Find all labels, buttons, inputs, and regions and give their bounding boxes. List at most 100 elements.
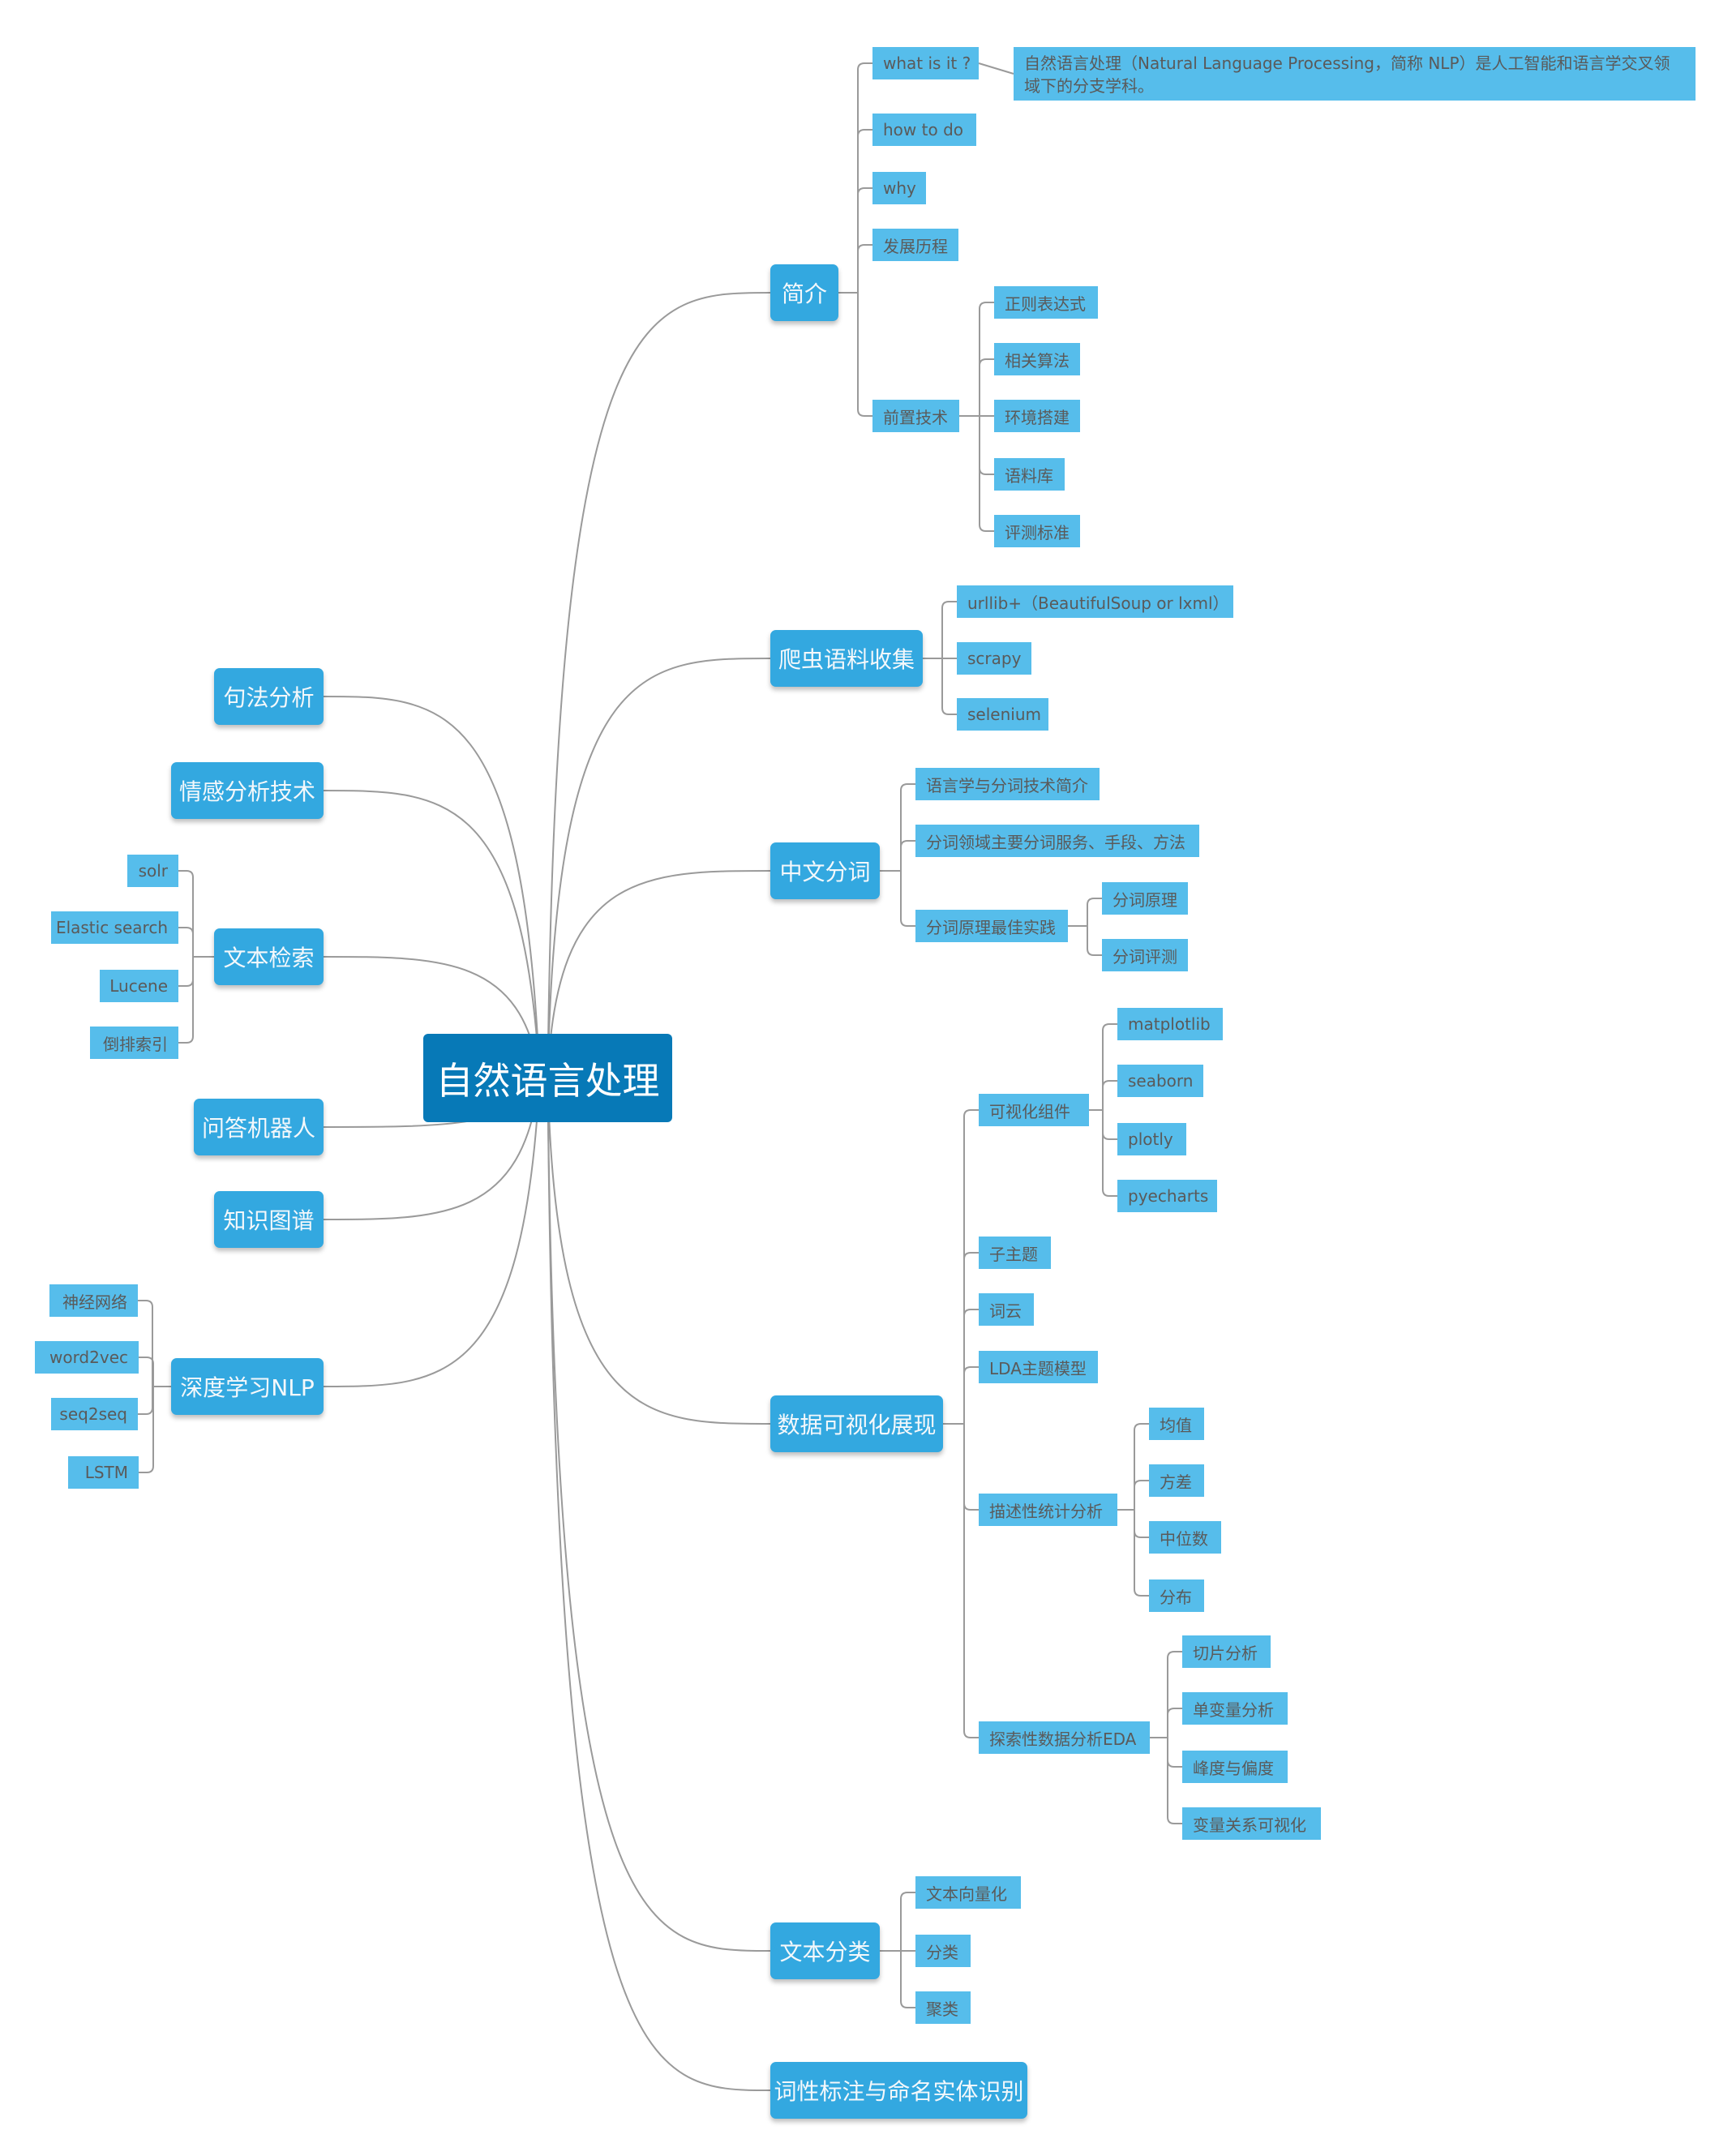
connector-how <box>838 129 872 294</box>
subtopic-subtopic[interactable]: 子主题 <box>979 1237 1051 1269</box>
connector-what <box>838 62 872 294</box>
subtopic-scrapy[interactable]: scrapy <box>957 642 1031 675</box>
subtopic-s2s[interactable]: seq2seq <box>51 1398 138 1430</box>
subtopic-slice[interactable]: 切片分析 <box>1182 1635 1271 1668</box>
connector-relation <box>1150 1737 1182 1824</box>
main-topic-intro[interactable]: 简介 <box>770 264 838 321</box>
connector-desc_stats <box>943 1423 979 1511</box>
branch-line-ner <box>547 1078 771 2091</box>
subtopic-seg_practice[interactable]: 分词原理最佳实践 <box>915 910 1068 942</box>
branch-line-crawler <box>547 658 771 1078</box>
main-topic-syntax[interactable]: 句法分析 <box>214 668 324 725</box>
branch-line-intro <box>547 292 771 1078</box>
subtopic-seg_eval[interactable]: 分词评测 <box>1102 939 1188 971</box>
subtopic-matplotlib[interactable]: matplotlib <box>1117 1008 1223 1040</box>
subtopic-seg_principle[interactable]: 分词原理 <box>1102 882 1188 915</box>
connector-lucene <box>178 956 214 987</box>
subtopic-selenium[interactable]: selenium <box>957 698 1048 731</box>
connector-median <box>1117 1509 1149 1538</box>
subtopic-w2v[interactable]: word2vec <box>35 1341 139 1374</box>
subtopic-distribution[interactable]: 分布 <box>1149 1579 1204 1612</box>
subtopic-history[interactable]: 发展历程 <box>872 229 958 261</box>
subtopic-prereq[interactable]: 前置技术 <box>872 400 959 432</box>
main-topic-dl[interactable]: 深度学习NLP <box>171 1358 324 1415</box>
connector-nn <box>138 1300 171 1387</box>
subtopic-variance[interactable]: 方差 <box>1149 1464 1204 1497</box>
connector-univariate <box>1150 1708 1182 1738</box>
subtopic-urllib[interactable]: urllib+（BeautifulSoup or lxml） <box>957 585 1233 618</box>
main-topic-retrieval[interactable]: 文本检索 <box>214 928 324 985</box>
subtopic-pyecharts[interactable]: pyecharts <box>1117 1180 1217 1212</box>
connector-w2v <box>139 1357 171 1387</box>
connector-eda <box>943 1423 979 1738</box>
subtopic-env[interactable]: 环境搭建 <box>994 400 1080 432</box>
connector-subtopic <box>943 1252 979 1425</box>
connector-corpus <box>959 415 994 475</box>
subtopic-lucene[interactable]: Lucene <box>100 970 178 1002</box>
connector-seg_eval <box>1068 925 1102 956</box>
subtopic-wordcloud[interactable]: 词云 <box>979 1293 1034 1326</box>
main-topic-qa[interactable]: 问答机器人 <box>194 1099 324 1155</box>
subtopic-seg_intro[interactable]: 语言学与分词技术简介 <box>915 768 1100 800</box>
subtopic-corpus[interactable]: 语料库 <box>994 458 1065 491</box>
subtopic-eval[interactable]: 评测标准 <box>994 515 1080 547</box>
subtopic-eda[interactable]: 探索性数据分析EDA <box>979 1721 1150 1754</box>
subtopic-seg_services[interactable]: 分词领域主要分词服务、手段、方法 <box>915 825 1199 857</box>
main-topic-ner[interactable]: 词性标注与命名实体识别 <box>770 2062 1027 2119</box>
connector-selenium <box>923 658 957 715</box>
subtopic-lda[interactable]: LDA主题模型 <box>979 1351 1098 1383</box>
subtopic-components[interactable]: 可视化组件 <box>979 1094 1089 1126</box>
connector-seg_practice <box>880 870 915 927</box>
main-topic-kg[interactable]: 知识图谱 <box>214 1191 324 1248</box>
subtopic-nn[interactable]: 神经网络 <box>49 1284 138 1317</box>
main-topic-viz[interactable]: 数据可视化展现 <box>770 1395 943 1452</box>
connector-pyecharts <box>1089 1109 1117 1197</box>
subtopic-cluster[interactable]: 聚类 <box>915 1991 971 2024</box>
subtopic-vectorize[interactable]: 文本向量化 <box>915 1876 1021 1909</box>
connector-cluster <box>880 1950 915 2008</box>
subtopic-what_desc[interactable]: 自然语言处理（Natural Language Processing，简称 NL… <box>1014 47 1696 101</box>
connector-components <box>943 1109 979 1425</box>
subtopic-regex[interactable]: 正则表达式 <box>994 286 1098 319</box>
connector-vectorize <box>880 1892 915 1952</box>
subtopic-what[interactable]: what is it ? <box>872 47 979 79</box>
connector-seg_principle <box>1068 898 1102 927</box>
branch-line-textcls <box>547 1078 771 1952</box>
main-topic-crawler[interactable]: 爬虫语料收集 <box>770 630 923 687</box>
connector-slice <box>1150 1651 1182 1738</box>
connector-algo <box>959 358 994 417</box>
connector-seaborn <box>1089 1080 1117 1111</box>
subtopic-lstm[interactable]: LSTM <box>68 1456 139 1489</box>
connector-prereq <box>838 292 872 417</box>
subtopic-algo[interactable]: 相关算法 <box>994 343 1080 375</box>
subtopic-how[interactable]: how to do <box>872 114 976 146</box>
subtopic-kurtosis[interactable]: 峰度与偏度 <box>1182 1751 1288 1783</box>
subtopic-plotly[interactable]: plotly <box>1117 1123 1186 1155</box>
connector-solr <box>178 870 214 958</box>
main-topic-seg[interactable]: 中文分词 <box>770 842 880 899</box>
connector-seg_services <box>880 840 915 872</box>
subtopic-inverted[interactable]: 倒排索引 <box>90 1027 178 1059</box>
connector-inverted <box>178 956 214 1044</box>
subtopic-relation[interactable]: 变量关系可视化 <box>1182 1807 1321 1840</box>
connector-why <box>838 187 872 294</box>
connector-lines <box>138 62 1182 2091</box>
connector-lstm <box>139 1386 171 1473</box>
subtopic-univariate[interactable]: 单变量分析 <box>1182 1692 1288 1725</box>
central-topic[interactable]: 自然语言处理 <box>423 1034 672 1122</box>
subtopic-why[interactable]: why <box>872 172 926 204</box>
subtopic-solr[interactable]: solr <box>127 855 178 887</box>
main-topic-sentiment[interactable]: 情感分析技术 <box>171 762 324 819</box>
subtopic-classify[interactable]: 分类 <box>915 1935 971 1967</box>
main-topic-textcls[interactable]: 文本分类 <box>770 1922 880 1979</box>
subtopic-seaborn[interactable]: seaborn <box>1117 1065 1203 1097</box>
subtopic-elastic[interactable]: Elastic search <box>51 911 178 944</box>
connector-what_desc <box>978 62 1014 75</box>
subtopic-desc_stats[interactable]: 描述性统计分析 <box>979 1494 1117 1526</box>
subtopic-median[interactable]: 中位数 <box>1149 1521 1221 1554</box>
subtopic-mean[interactable]: 均值 <box>1149 1408 1204 1440</box>
connector-urllib <box>923 601 957 659</box>
connector-kurtosis <box>1150 1737 1182 1768</box>
branch-line-viz <box>547 1078 771 1425</box>
connector-elastic <box>178 927 214 958</box>
